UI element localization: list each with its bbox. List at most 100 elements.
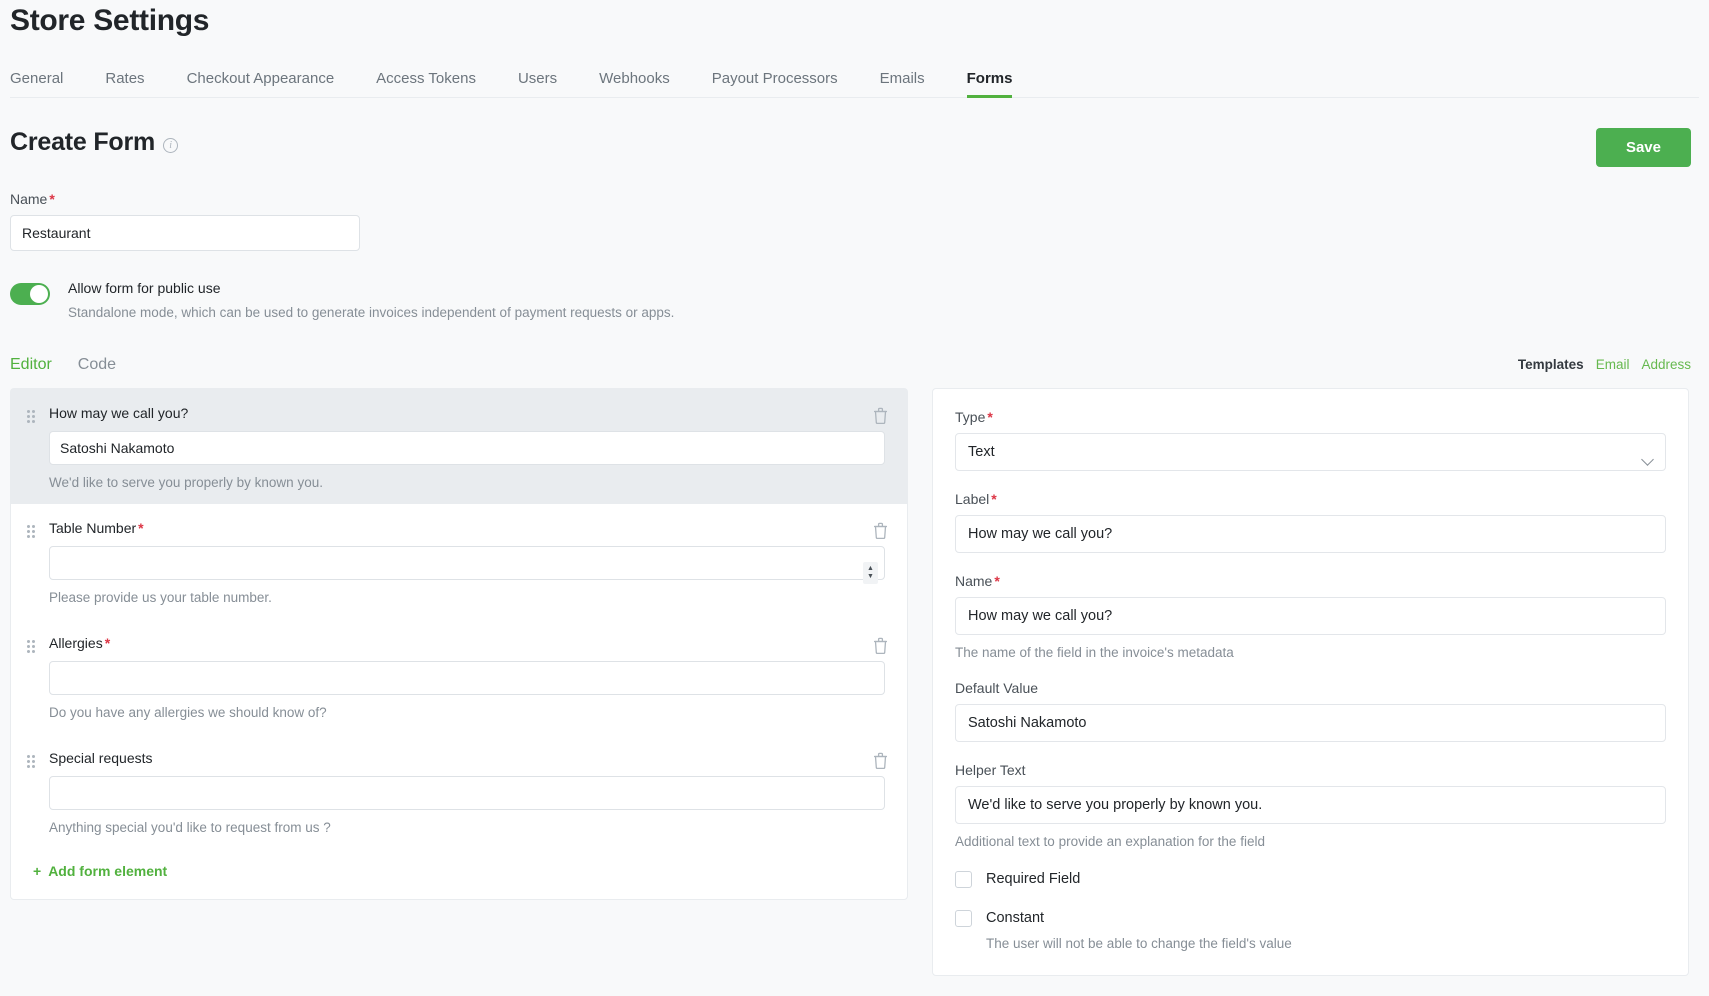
- required-field-label: Required Field: [986, 871, 1081, 888]
- required-field-checkbox[interactable]: [955, 870, 972, 888]
- save-button[interactable]: Save: [1595, 128, 1691, 167]
- form-element-row[interactable]: How may we call you? We'd like to serve y…: [11, 388, 907, 504]
- default-value-label: Default Value: [955, 679, 1039, 696]
- trash-icon[interactable]: [869, 405, 891, 427]
- add-form-element-label: Add form element: [48, 862, 168, 879]
- form-element-row[interactable]: Special requests Anything special you'd l…: [11, 734, 907, 849]
- form-element-help: Please provide us your table number.: [49, 589, 272, 605]
- page-title: Store Settings: [10, 4, 210, 37]
- drag-handle-icon[interactable]: [27, 754, 35, 768]
- form-element-label-text: Allergies: [49, 634, 103, 651]
- trash-icon[interactable]: [869, 750, 891, 772]
- drag-handle-icon[interactable]: [27, 409, 35, 423]
- required-field-row: Required Field: [955, 870, 1666, 888]
- default-value-input[interactable]: [955, 703, 1666, 742]
- public-use-toggle-row: Allow form for public use Standalone mod…: [10, 279, 1699, 322]
- type-label: Type *: [955, 409, 1666, 425]
- public-use-title: Allow form for public use: [68, 280, 221, 296]
- type-select-wrap: [955, 432, 1666, 471]
- public-use-description: Standalone mode, which can be used to ge…: [68, 305, 675, 321]
- form-element-label: Allergies *: [49, 635, 885, 651]
- number-stepper[interactable]: ▲ ▼: [863, 561, 878, 584]
- editor-mode-tabs: Editor Code: [10, 356, 116, 374]
- helper-text-help: Additional text to provide an explanatio…: [955, 833, 1265, 849]
- create-form-title-group: Create Form i: [10, 128, 179, 157]
- template-links: Templates Email Address: [1518, 357, 1699, 372]
- editor-toolbar: Editor Code Templates Email Address: [10, 356, 1699, 374]
- form-element-input-wrap: [49, 660, 885, 695]
- type-select[interactable]: [955, 432, 1666, 471]
- helper-text-label: Helper Text: [955, 761, 1026, 778]
- type-required-mark: *: [987, 408, 993, 425]
- field-properties-panel: Type* Label* Name* The name of the field…: [932, 387, 1689, 976]
- nav-tab-users[interactable]: Users: [497, 71, 578, 97]
- nav-tab-webhooks[interactable]: Webhooks: [578, 71, 691, 97]
- constant-row: Constant: [955, 909, 1666, 927]
- form-elements-panel: How may we call you? We'd like to serve y…: [10, 387, 908, 900]
- info-icon[interactable]: i: [163, 138, 179, 153]
- form-element-required-mark: *: [138, 519, 144, 536]
- form-element-help: Do you have any allergies we should know…: [49, 704, 327, 720]
- settings-nav-tabs: General Rates Checkout Appearance Access To…: [10, 62, 1699, 98]
- stepper-up-icon[interactable]: ▲: [867, 565, 874, 572]
- form-element-row[interactable]: Allergies * Do you have any allergies we s…: [11, 619, 907, 734]
- nav-tab-access-tokens[interactable]: Access Tokens: [355, 71, 497, 97]
- form-element-input[interactable]: [49, 660, 885, 695]
- form-element-label: How may we call you?: [49, 405, 885, 421]
- form-element-help: Anything special you'd like to request f…: [49, 819, 331, 835]
- helper-text-input[interactable]: [955, 785, 1666, 824]
- toggle-knob: [30, 285, 48, 303]
- field-label-label: Label *: [955, 491, 1666, 507]
- nav-tab-forms[interactable]: Forms: [946, 71, 1034, 98]
- form-element-label: Table Number *: [49, 520, 885, 536]
- create-form-header: Create Form i Save: [10, 128, 1699, 167]
- constant-help: The user will not be able to change the …: [986, 935, 1292, 951]
- form-element-label-text: Special requests: [49, 749, 153, 766]
- label-required-mark: *: [991, 490, 997, 507]
- field-name-help: The name of the field in the invoice's m…: [955, 644, 1234, 660]
- drag-handle-icon[interactable]: [27, 524, 35, 538]
- stepper-down-icon[interactable]: ▼: [867, 573, 874, 580]
- field-name-input[interactable]: [955, 596, 1666, 635]
- field-name-label-text: Name: [955, 572, 993, 589]
- store-settings-page: Store Settings General Rates Checkout Appe…: [0, 0, 1709, 996]
- form-element-required-mark: *: [104, 634, 111, 651]
- form-element-input-wrap: ▲ ▼: [49, 545, 885, 584]
- constant-label: Constant: [986, 910, 1045, 927]
- form-name-label: Name *: [10, 191, 1699, 207]
- form-element-input[interactable]: [49, 775, 885, 810]
- form-element-row[interactable]: Table Number * ▲ ▼ Please provide us your ta…: [11, 504, 907, 619]
- templates-label: Templates: [1517, 357, 1584, 373]
- template-link-email[interactable]: Email: [1596, 357, 1630, 372]
- form-element-label-text: How may we call you?: [49, 404, 189, 421]
- trash-icon[interactable]: [869, 520, 891, 542]
- create-form-title: Create Form: [10, 128, 156, 156]
- field-name-label: Name *: [955, 573, 1666, 589]
- editor-tab-editor[interactable]: Editor: [10, 356, 52, 374]
- form-name-input[interactable]: [10, 215, 360, 251]
- public-use-texts: Allow form for public use Standalone mod…: [68, 279, 674, 322]
- constant-checkbox[interactable]: [955, 909, 972, 927]
- nav-tab-payout-processors[interactable]: Payout Processors: [691, 71, 859, 97]
- nav-tab-rates[interactable]: Rates: [84, 71, 165, 97]
- trash-icon[interactable]: [869, 635, 891, 657]
- form-name-required-mark: *: [49, 191, 55, 207]
- form-element-input[interactable]: [49, 545, 885, 580]
- public-use-toggle[interactable]: [10, 283, 50, 305]
- drag-handle-icon[interactable]: [27, 639, 35, 653]
- nav-tab-general[interactable]: General: [10, 71, 84, 97]
- template-link-address[interactable]: Address: [1641, 357, 1691, 372]
- nav-tab-checkout-appearance[interactable]: Checkout Appearance: [166, 71, 356, 97]
- plus-icon: +: [33, 862, 42, 879]
- form-elements-list: How may we call you? We'd like to serve y…: [11, 388, 907, 849]
- form-element-input[interactable]: [49, 430, 885, 465]
- nav-tab-emails[interactable]: Emails: [859, 71, 946, 97]
- type-label-text: Type: [955, 408, 986, 425]
- field-label-input[interactable]: [955, 514, 1666, 553]
- form-name-label-text: Name: [10, 191, 48, 207]
- add-form-element-button[interactable]: + Add form element: [33, 863, 167, 879]
- editor-tab-code[interactable]: Code: [78, 356, 116, 374]
- editor-body: How may we call you? We'd like to serve y…: [10, 387, 1699, 976]
- form-element-label: Special requests: [49, 750, 885, 766]
- field-label-label-text: Label: [955, 490, 990, 507]
